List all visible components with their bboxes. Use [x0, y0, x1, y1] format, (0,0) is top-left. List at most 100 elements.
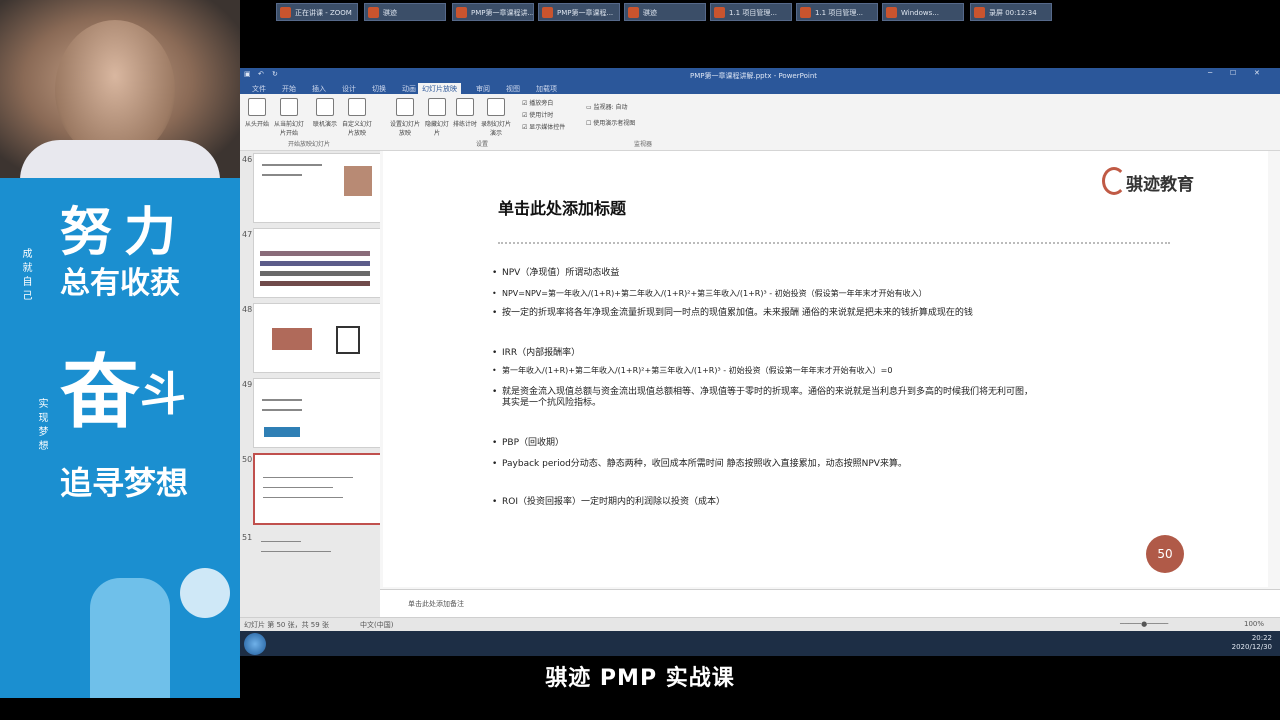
thumb-text-line — [261, 541, 301, 542]
close-icon[interactable]: ✕ — [1254, 69, 1260, 77]
slide-thumbnail[interactable] — [253, 228, 380, 298]
taskbar-label: 骐迹 — [643, 9, 657, 17]
show-media-controls-checkbox[interactable]: ☑ 显示媒体控件 — [522, 122, 565, 131]
record-slideshow-button[interactable]: 录制幻灯片演示 — [480, 98, 512, 137]
slide-thumbnail[interactable] — [253, 531, 380, 599]
maximize-icon[interactable]: ☐ — [1230, 69, 1236, 77]
thumb-text-line — [262, 399, 302, 401]
minimize-icon[interactable]: ─ — [1208, 69, 1212, 77]
button-label: 从头开始 — [244, 121, 269, 128]
bullet-continuation: 其实是一个抗风险指标。 — [502, 398, 602, 408]
from-current-button[interactable]: 从当前幻灯片开始 — [272, 98, 306, 137]
app-icon — [714, 7, 725, 18]
thumbnail-number: 48 — [242, 305, 253, 314]
taskbar-label: PMP第一章课程... — [557, 9, 614, 17]
ribbon-group-label: 设置 — [476, 141, 489, 148]
slideshow-icon — [280, 98, 298, 116]
system-clock[interactable]: 20:22 2020/12/30 — [1232, 634, 1272, 652]
slide-count: 幻灯片 第 50 张，共 59 张 — [244, 621, 329, 629]
bullet-item: ROI（投资回报率）一定时期内的利润除以投资（成本） — [492, 496, 1182, 508]
slide-thumbnail[interactable] — [253, 153, 380, 223]
taskbar-item[interactable]: 骐迹 — [624, 3, 706, 21]
powerpoint-window: ▣ ↶ ↻ PMP第一章课程讲解.pptx - PowerPoint ─ ☐ ✕… — [240, 68, 1280, 632]
brand-logo-text: 骐迹教育 — [1126, 175, 1194, 195]
checkbox-label: 播放旁白 — [529, 100, 554, 107]
rehearse-timings-button[interactable]: 排练计时 — [452, 98, 478, 134]
zoom-level[interactable]: 100% — [1244, 620, 1264, 628]
banner-side-text: 实现梦想 — [36, 398, 47, 454]
redo-icon[interactable]: ↻ — [272, 70, 278, 78]
app-icon — [974, 7, 985, 18]
hide-slide-button[interactable]: 隐藏幻灯片 — [424, 98, 450, 137]
button-label: 录制幻灯片演示 — [480, 121, 511, 137]
window-title: PMP第一章课程讲解.pptx - PowerPoint — [690, 72, 818, 80]
app-icon — [280, 7, 291, 18]
slide-thumbnail[interactable] — [253, 303, 380, 373]
thumb-text-line — [262, 164, 322, 166]
button-label: 隐藏幻灯片 — [424, 121, 449, 137]
thumb-text-line — [262, 174, 302, 176]
undo-icon[interactable]: ↶ — [258, 70, 264, 78]
save-icon[interactable]: ▣ — [244, 70, 251, 78]
slideshow-icon — [248, 98, 266, 116]
taskbar-label: 正在讲课 - ZOOM — [295, 9, 352, 17]
taskbar-label: PMP第一章课程讲... — [471, 9, 534, 17]
button-label: 设置幻灯片放映 — [390, 121, 421, 137]
taskbar-item[interactable]: 1.1 项目管理... — [710, 3, 792, 21]
thumbnail-number: 47 — [242, 230, 253, 239]
thumb-image — [264, 427, 300, 437]
monitor-select[interactable]: ▭ 监视器: 自动 — [586, 102, 628, 111]
slide-thumbnail[interactable] — [253, 378, 380, 448]
record-icon — [487, 98, 505, 116]
button-label: 从当前幻灯片开始 — [273, 121, 304, 137]
presenter-face — [55, 20, 175, 160]
video-subtitle: 骐迹 PMP 实战课 — [545, 666, 735, 691]
ribbon-tabs: 文件 开始 插入 设计 切换 动画 幻灯片放映 审阅 视图 加载项 — [240, 82, 1280, 95]
from-beginning-button[interactable]: 从头开始 — [244, 98, 270, 134]
slide-thumbnail-selected[interactable] — [253, 453, 380, 525]
presenter-shirt — [20, 140, 220, 180]
present-online-button[interactable]: 联机演示 — [312, 98, 338, 134]
taskbar-item[interactable]: 正在讲课 - ZOOM — [276, 3, 358, 21]
banner-char: 追寻梦想 — [60, 464, 189, 502]
hide-slide-icon — [428, 98, 446, 116]
bullet-item: NPV（净现值）所谓动态收益 — [492, 267, 1182, 279]
ribbon-group-label: 开始放映幻灯片 — [288, 141, 331, 148]
slide-thumbnail-pane: 46 47 48 49 50 51 — [240, 151, 380, 617]
clock-time: 20:22 — [1251, 634, 1272, 642]
play-narrations-checkbox[interactable]: ☑ 播放旁白 — [522, 98, 553, 107]
taskbar-item[interactable]: 录屏 00:12:34 — [970, 3, 1052, 21]
taskbar-item[interactable]: PMP第一章课程... — [538, 3, 620, 21]
thumb-bar — [260, 281, 370, 286]
thumbnail-number: 51 — [242, 533, 253, 542]
setup-slideshow-button[interactable]: 设置幻灯片放映 — [390, 98, 421, 137]
custom-slideshow-button[interactable]: 自定义幻灯片放映 — [340, 98, 374, 137]
zoom-slider[interactable]: ─────●───── — [1120, 620, 1168, 628]
checkbox-label: 使用计时 — [529, 112, 554, 119]
use-timings-checkbox[interactable]: ☑ 使用计时 — [522, 110, 553, 119]
notes-placeholder: 单击此处添加备注 — [408, 600, 464, 608]
presenter-view-checkbox[interactable]: ☐ 使用演示者视图 — [586, 118, 635, 127]
taskbar-label: 骐迹 — [383, 9, 397, 17]
taskbar-item[interactable]: PMP第一章课程讲... — [452, 3, 534, 21]
notes-pane[interactable]: 单击此处添加备注 — [380, 589, 1280, 618]
title-divider — [498, 242, 1170, 244]
thumb-bar — [260, 261, 370, 266]
checkbox-label: 显示媒体控件 — [529, 124, 566, 131]
app-icon — [886, 7, 897, 18]
brand-logo-icon — [1102, 167, 1126, 195]
taskbar-item[interactable]: 1.1 项目管理... — [796, 3, 878, 21]
thumb-text-line — [262, 409, 302, 411]
taskbar-label: 1.1 项目管理... — [729, 9, 778, 17]
start-button[interactable] — [244, 633, 266, 655]
taskbar-item[interactable]: Windows... — [882, 3, 964, 21]
title-bar: ▣ ↶ ↻ PMP第一章课程讲解.pptx - PowerPoint ─ ☐ ✕ — [240, 68, 1280, 82]
taskbar-item[interactable]: 骐迹 — [364, 3, 446, 21]
app-icon — [368, 7, 379, 18]
banner-char: 努 — [60, 202, 113, 263]
slide-title-placeholder[interactable]: 单击此处添加标题 — [498, 195, 626, 219]
button-label: 联机演示 — [312, 121, 337, 128]
motivational-banner: 努 力 总有收获 奋 斗 追寻梦想 成就自己 实现梦想 — [0, 178, 240, 698]
button-label: 自定义幻灯片放映 — [341, 121, 372, 137]
windows-taskbar — [240, 631, 1280, 656]
